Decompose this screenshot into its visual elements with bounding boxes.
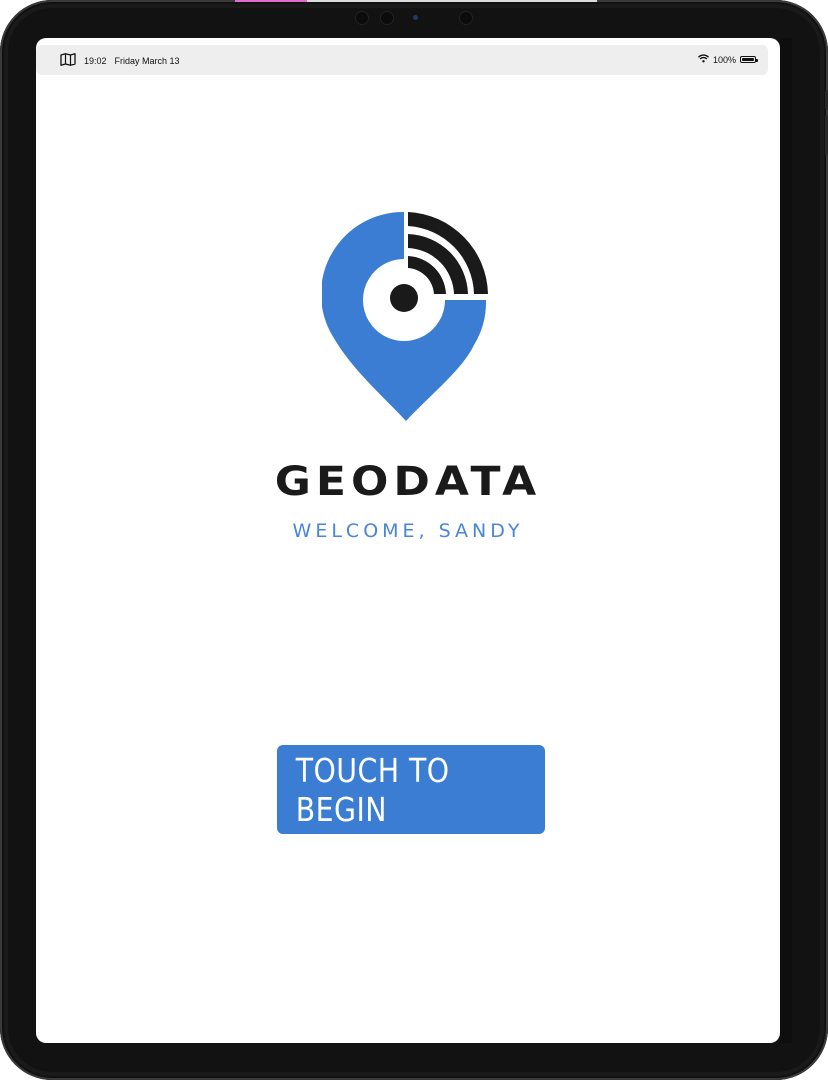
- camera-dot: [381, 12, 393, 24]
- status-time: 19:02: [84, 55, 107, 66]
- wifi-icon: [697, 54, 709, 65]
- screen: 19:02 Friday March 13 100% GEODATA WELCO…: [36, 38, 780, 1043]
- welcome-message: WELCOME, SANDY: [292, 520, 524, 542]
- begin-button-label: TOUCH TO BEGIN: [295, 750, 450, 829]
- camera-lens: [413, 15, 418, 20]
- ipad-frame: 19:02 Friday March 13 100% GEODATA WELCO…: [0, 0, 828, 1080]
- battery-nub: [756, 58, 758, 62]
- front-camera-array: [350, 10, 480, 26]
- battery-percent: 100%: [712, 54, 736, 65]
- geodata-logo: [321, 210, 492, 425]
- touch-to-begin-button[interactable]: TOUCH TO BEGIN: [277, 745, 545, 834]
- logo-center-dot: [390, 284, 418, 312]
- battery-fill: [742, 58, 754, 61]
- device-top-accent: [235, 0, 307, 2]
- status-date: Friday March 13: [114, 55, 180, 66]
- screen-edge-shadow: [780, 38, 792, 1043]
- sensor-dot: [356, 12, 368, 24]
- status-bar: 19:02 Friday March 13 100%: [36, 45, 768, 75]
- device-top-edge: [307, 0, 597, 2]
- battery-icon: [740, 56, 758, 63]
- sensor-dot-right: [460, 12, 472, 24]
- brand-name: GEODATA: [274, 458, 542, 505]
- status-left: 19:02 Friday March 13: [60, 53, 180, 68]
- map-icon: [60, 53, 76, 68]
- status-right: 100%: [697, 54, 758, 65]
